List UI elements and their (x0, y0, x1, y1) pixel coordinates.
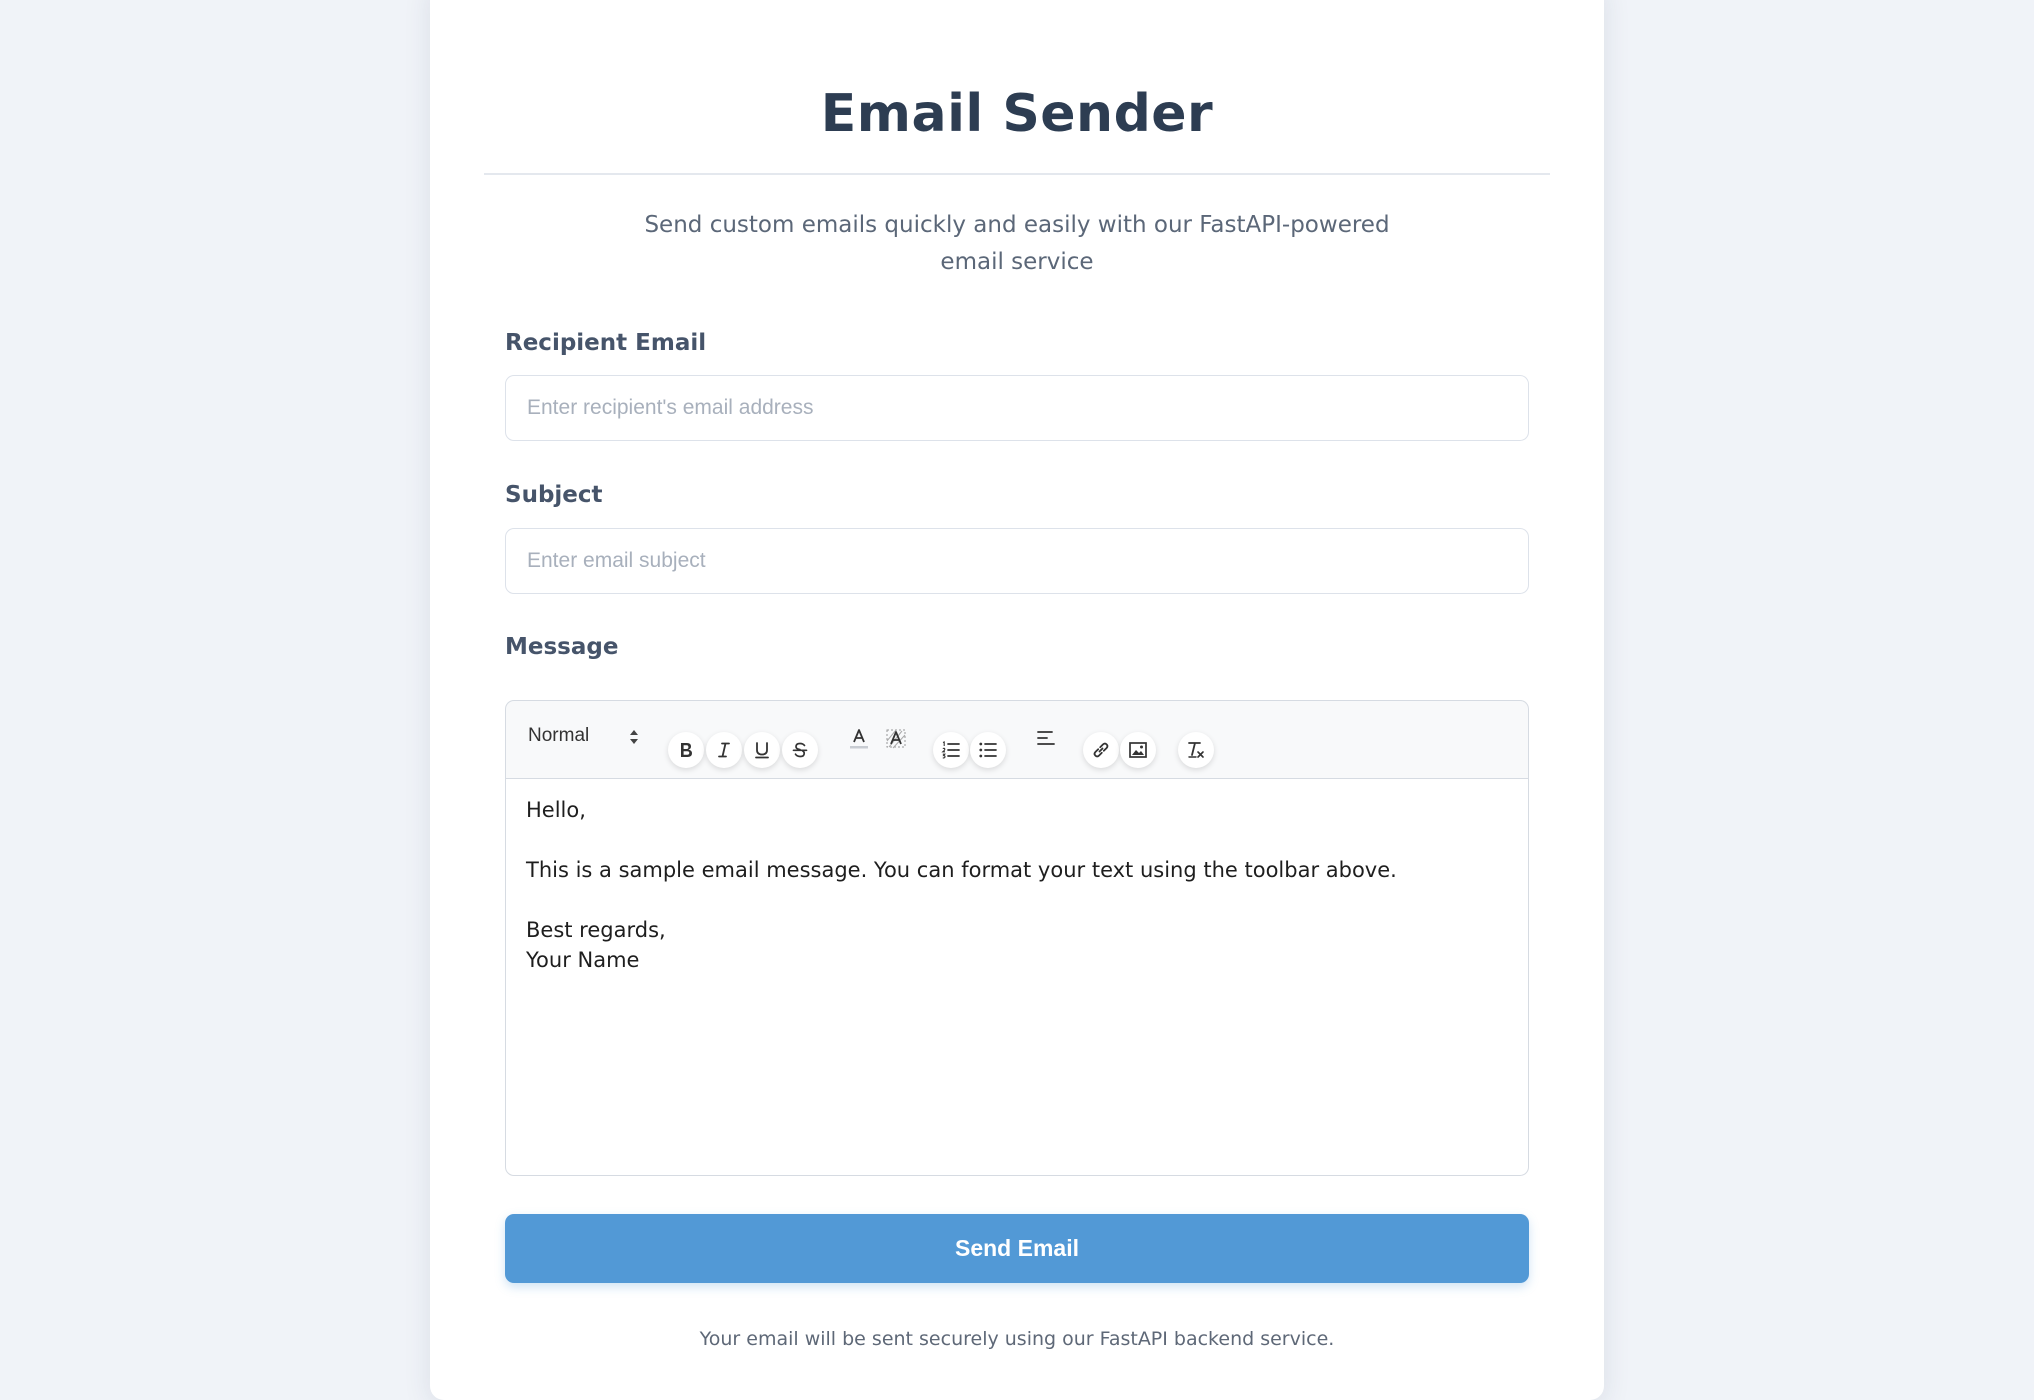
clear-format-icon (1188, 742, 1204, 758)
message-line (526, 885, 1508, 915)
message-editor[interactable]: Hello, This is a sample email message. Y… (505, 778, 1529, 1176)
message-line: This is a sample email message. You can … (526, 858, 1397, 882)
select-arrows-icon (630, 730, 638, 744)
underline-button[interactable] (744, 732, 780, 768)
message-label: Message (505, 634, 619, 660)
text-color-icon (850, 729, 868, 749)
bullet-list-icon (979, 742, 997, 758)
align-left-icon (1037, 731, 1055, 745)
recipient-email-label: Recipient Email (505, 330, 707, 356)
bullet-list-button[interactable] (970, 732, 1006, 768)
subject-input[interactable] (505, 528, 1529, 594)
header-format-value: Normal (528, 725, 590, 746)
ordered-list-button[interactable] (933, 732, 969, 768)
bold-icon (681, 743, 692, 757)
page-title: Email Sender (820, 84, 1214, 144)
image-icon (1129, 742, 1147, 758)
title-divider (484, 173, 1550, 175)
subject-label: Subject (505, 482, 603, 508)
clear-format-button[interactable] (1178, 732, 1214, 768)
background-color-icon (886, 729, 906, 749)
recipient-email-input[interactable] (505, 375, 1529, 441)
text-color-button[interactable] (841, 721, 877, 757)
strikethrough-icon (792, 742, 808, 758)
message-line: Your Name (526, 948, 640, 972)
link-icon (1093, 742, 1109, 758)
page-subtitle: Send custom emails quickly and easily wi… (644, 212, 1390, 275)
editor-toolbar: Normal (505, 700, 1529, 778)
underline-icon (755, 742, 769, 759)
header-format-select[interactable]: Normal (528, 725, 640, 751)
security-note: Your email will be sent securely using o… (699, 1328, 1335, 1350)
italic-icon (718, 742, 730, 758)
message-line: Hello, (526, 798, 586, 822)
ordered-list-icon (941, 741, 960, 759)
italic-button[interactable] (706, 732, 742, 768)
link-button[interactable] (1083, 732, 1119, 768)
bold-button[interactable] (668, 732, 704, 768)
image-button[interactable] (1120, 732, 1156, 768)
email-form-card: Email Sender Send custom emails quickly … (430, 0, 1604, 1400)
align-button[interactable] (1028, 720, 1064, 756)
message-line (526, 825, 1508, 855)
message-line: Best regards, (526, 918, 666, 942)
strikethrough-button[interactable] (782, 732, 818, 768)
send-email-button[interactable]: Send Email (505, 1214, 1529, 1283)
background-color-button[interactable] (878, 721, 914, 757)
